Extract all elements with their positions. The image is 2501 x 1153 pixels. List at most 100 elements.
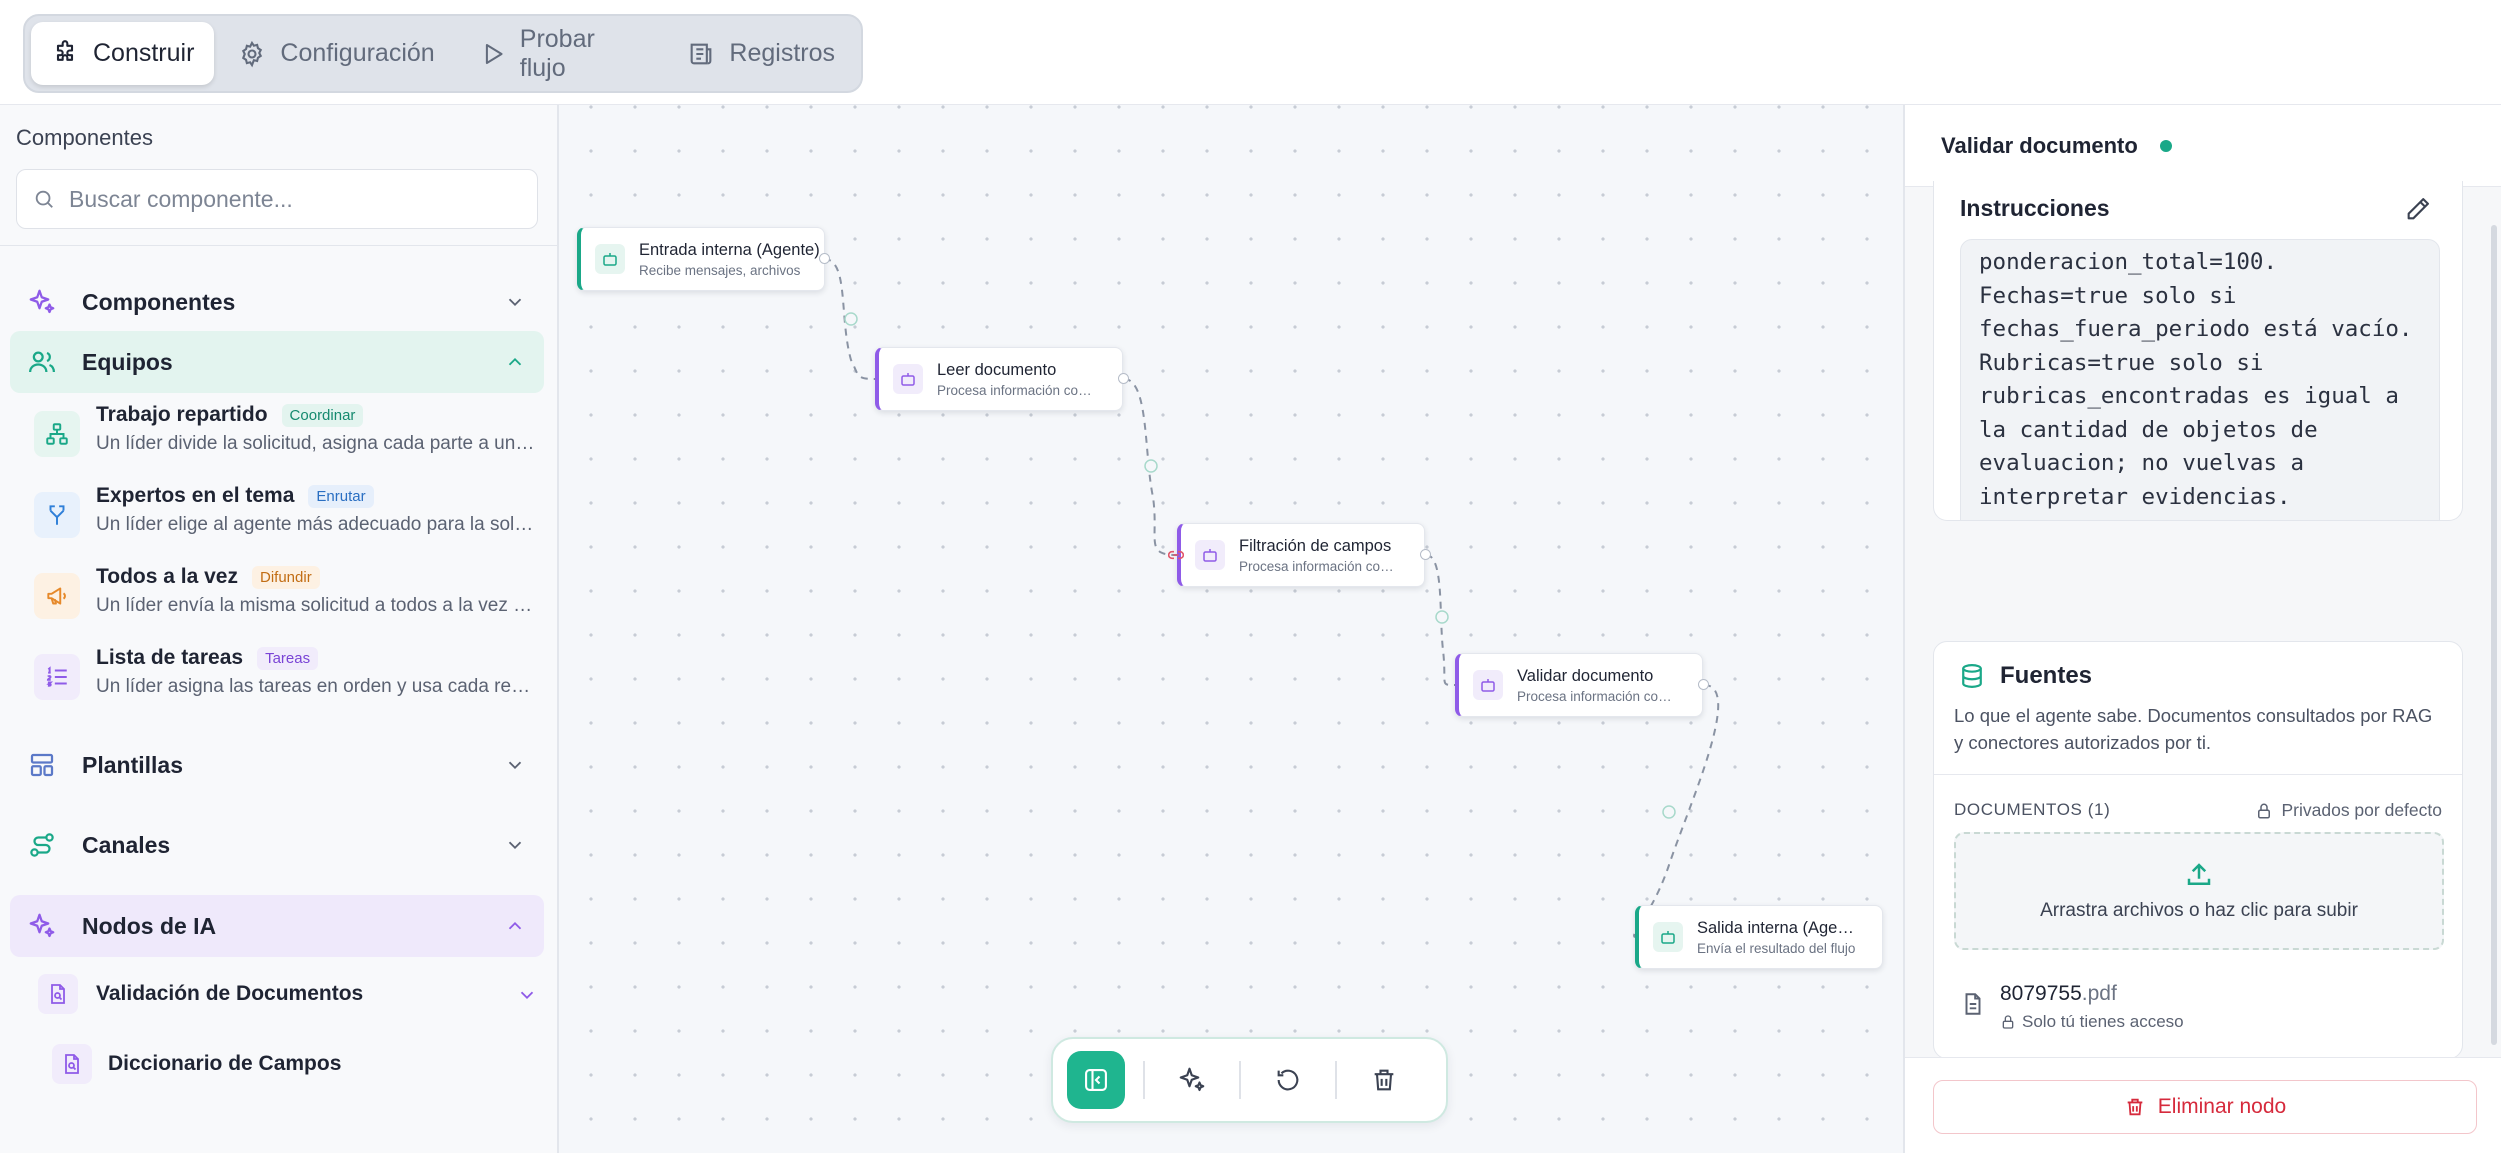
- divider: [1335, 1061, 1337, 1099]
- tab-probar-flujo[interactable]: Probar flujo: [459, 22, 664, 85]
- fuentes-header: Fuentes: [1958, 662, 2092, 690]
- ia-item-diccionario[interactable]: Diccionario de Campos: [52, 1044, 341, 1084]
- ia-item-label: Diccionario de Campos: [108, 1052, 342, 1075]
- flow-node-salida[interactable]: Salida interna (Agente) Envía el resulta…: [1635, 905, 1883, 969]
- team-item-todos-a-la-vez[interactable]: Todos a la vez Difundir Un líder envía la…: [34, 565, 544, 637]
- sparkles-icon: [24, 908, 60, 944]
- divider: [1143, 1061, 1145, 1099]
- node-subtitle: Procesa información con IA: [937, 382, 1097, 398]
- node-output-port[interactable]: [1698, 679, 1709, 690]
- file-dropzone[interactable]: Arrastra archivos o haz clic para subir: [1954, 832, 2444, 950]
- chevron-down-icon: [520, 991, 534, 1000]
- top-bar: Construir Configuración Probar flujo Reg…: [0, 0, 2501, 105]
- flow-node-leer-documento[interactable]: Leer documento Procesa información con I…: [875, 347, 1123, 411]
- node-output-port[interactable]: [819, 253, 830, 264]
- chevron-up-icon: [508, 921, 522, 930]
- panel-footer: Eliminar nodo: [1905, 1057, 2501, 1153]
- document-search-icon: [38, 974, 78, 1014]
- delete-node-label: Eliminar nodo: [2157, 1095, 2287, 1118]
- section-label: Equipos: [82, 348, 173, 375]
- instructions-title: Instrucciones: [1960, 195, 2110, 221]
- edit-button[interactable]: [2404, 195, 2432, 228]
- tab-label: Registros: [729, 39, 835, 67]
- node-output-port[interactable]: [1118, 373, 1129, 384]
- team-item-lista-de-tareas[interactable]: Lista de tareas Tareas Un líder asigna la…: [34, 646, 544, 718]
- team-item-expertos[interactable]: Expertos en el tema Enrutar Un líder elig…: [34, 484, 544, 556]
- lock-icon: [2258, 803, 2271, 818]
- section-label: Plantillas: [82, 751, 183, 778]
- delete-node-button[interactable]: Eliminar nodo: [1933, 1080, 2477, 1134]
- tab-label: Construir: [93, 39, 195, 67]
- panel-header: Validar documento: [1905, 105, 2501, 187]
- file-basename: 8079755: [2000, 982, 2082, 1005]
- section-label: Componentes: [82, 288, 236, 315]
- documents-label: DOCUMENTOS (1): [1954, 800, 2111, 819]
- panel-scrollbar[interactable]: [2491, 225, 2497, 1045]
- tab-construir[interactable]: Construir: [31, 22, 215, 85]
- reset-icon: [1277, 1069, 1299, 1091]
- chevron-down-icon: [508, 761, 522, 770]
- edge-handle: [1662, 805, 1676, 819]
- edge: [1633, 684, 1720, 938]
- search-icon: [35, 190, 53, 208]
- chevron-down-icon: [508, 841, 522, 850]
- lock-icon: [2002, 1015, 2014, 1029]
- node-title: Entrada interna (Agente): [639, 240, 820, 259]
- team-badge: Enrutar: [308, 484, 374, 508]
- team-description: Un líder asigna las tareas en orden y us…: [96, 676, 536, 697]
- flow-node-validar-documento[interactable]: Validar documento Procesa información co…: [1455, 653, 1703, 717]
- collapse-panel-button[interactable]: [1067, 1051, 1125, 1109]
- gear-icon: [242, 40, 263, 67]
- database-icon: [1962, 664, 1982, 688]
- reset-button[interactable]: [1259, 1051, 1317, 1109]
- node-output-port[interactable]: [1420, 549, 1431, 560]
- search-box[interactable]: [16, 169, 538, 229]
- pencil-icon: [2407, 198, 2429, 220]
- node-subtitle: Procesa información con IA: [1239, 558, 1399, 574]
- robot-icon: [595, 244, 625, 274]
- divider: [1239, 1061, 1241, 1099]
- sparkles-icon: [1179, 1067, 1205, 1092]
- team-item-trabajo-repartido[interactable]: Trabajo repartido Coordinar Un líder divi…: [34, 403, 544, 475]
- section-label: Canales: [82, 831, 171, 858]
- ai-assist-button[interactable]: [1163, 1051, 1221, 1109]
- status-dot: [2159, 139, 2172, 152]
- trash-icon: [1374, 1069, 1394, 1091]
- tab-label: Configuración: [280, 39, 435, 67]
- ia-item-validacion[interactable]: Validación de Documentos: [38, 974, 538, 1014]
- section-canales[interactable]: Canales: [10, 814, 544, 876]
- section-label: Nodos de IA: [82, 912, 217, 939]
- flow-node-filtracion[interactable]: Filtración de campos Procesa información…: [1177, 523, 1425, 587]
- flow-canvas[interactable]: Entrada interna (Agente) Recibe mensajes…: [559, 105, 1903, 1153]
- tab-configuracion[interactable]: Configuración: [218, 22, 454, 85]
- instructions-textarea[interactable]: ponderacion_total=100. Fechas=true solo …: [1960, 239, 2440, 520]
- puzzle-icon: [56, 39, 74, 61]
- file-item[interactable]: 8079755.pdf Solo tú tienes acceso: [1960, 982, 2184, 1032]
- team-badge: Difundir: [252, 565, 320, 589]
- file-extension: .pdf: [2081, 982, 2117, 1005]
- node-title: Salida interna (Agente): [1697, 918, 1857, 937]
- robot-icon: [1195, 540, 1225, 570]
- chevron-down-icon: [508, 298, 522, 307]
- privacy-indicator: Privados por defecto: [2255, 800, 2442, 821]
- instructions-card: Instrucciones ponderacion_total=100. Fec…: [1933, 181, 2463, 521]
- sparkles-icon: [24, 284, 60, 320]
- tab-registros[interactable]: Registros: [667, 22, 855, 85]
- node-title: Leer documento: [937, 360, 1057, 379]
- search-input[interactable]: [69, 185, 509, 213]
- logs-icon: [691, 43, 712, 64]
- delete-all-button[interactable]: [1355, 1051, 1413, 1109]
- file-icon: [1965, 993, 1981, 1015]
- team-name: Trabajo repartido: [96, 403, 268, 426]
- file-access-label: Solo tú tienes acceso: [2022, 1012, 2184, 1031]
- fuentes-description: Lo que el agente sabe. Documentos consul…: [1954, 705, 2433, 753]
- flow-node-entrada[interactable]: Entrada interna (Agente) Recibe mensajes…: [577, 227, 825, 291]
- section-componentes[interactable]: Componentes: [10, 271, 544, 333]
- section-equipos[interactable]: Equipos: [10, 331, 544, 393]
- section-plantillas[interactable]: Plantillas: [10, 734, 544, 796]
- section-nodos-ia[interactable]: Nodos de IA: [10, 895, 544, 957]
- team-badge: Tareas: [257, 646, 319, 670]
- robot-icon: [1653, 922, 1683, 952]
- node-title: Validar documento: [1517, 666, 1654, 685]
- divider: [1934, 774, 2462, 775]
